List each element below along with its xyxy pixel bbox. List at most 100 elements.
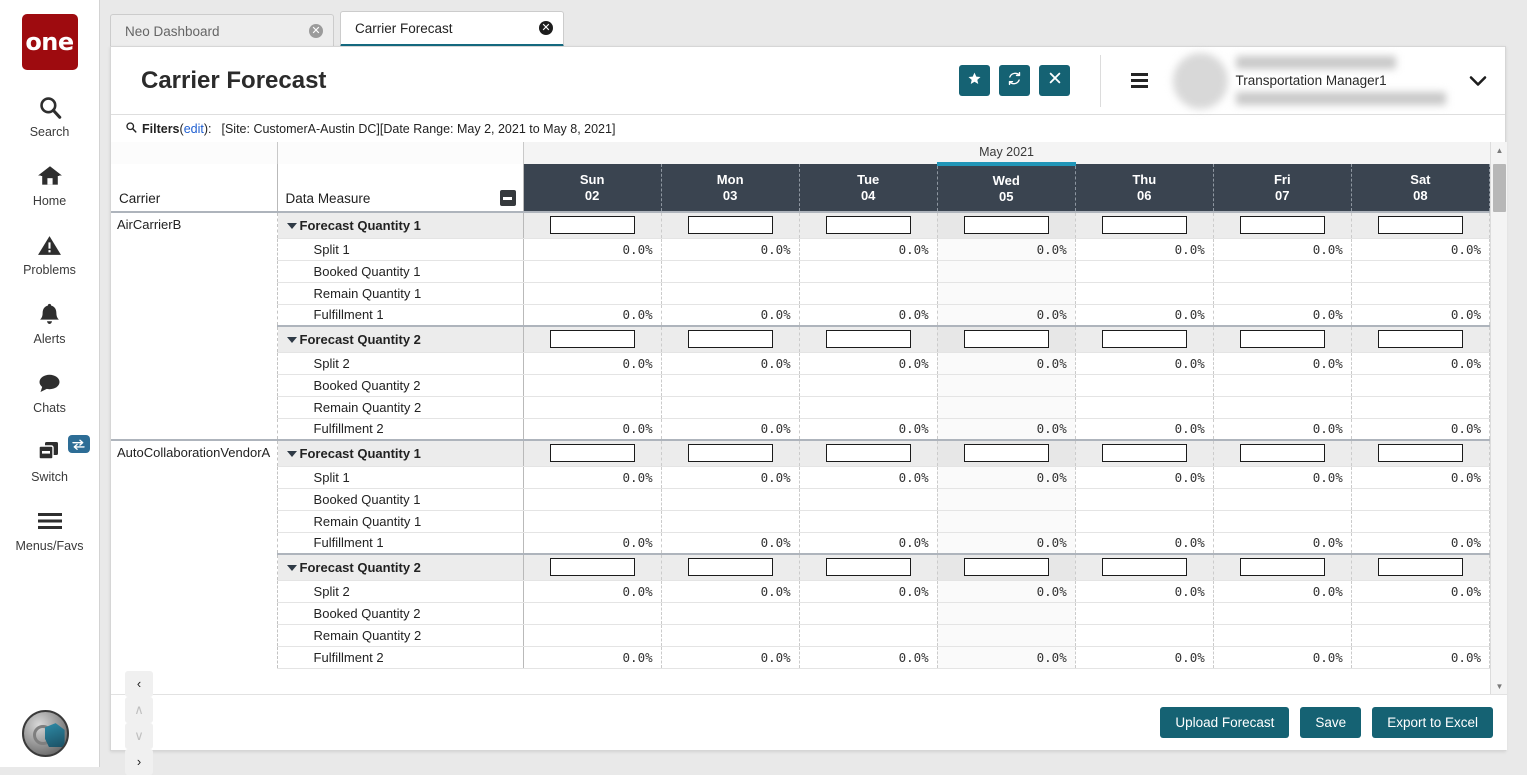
quantity-input[interactable] — [963, 558, 1049, 577]
forecast-quantity-cell[interactable] — [523, 326, 662, 353]
forecast-quantity-cell[interactable] — [1351, 440, 1490, 467]
forecast-quantity-cell[interactable] — [661, 326, 800, 353]
forecast-quantity-cell[interactable] — [1351, 326, 1490, 353]
forecast-quantity-cell[interactable] — [1213, 440, 1352, 467]
column-header-data-measure[interactable]: Data Measure — [277, 164, 524, 213]
forecast-quantity-cell[interactable] — [1075, 440, 1214, 467]
minus-box-icon[interactable] — [499, 190, 516, 206]
forecast-quantity-cell[interactable] — [937, 440, 1076, 467]
group-label-cell[interactable]: Forecast Quantity 2 — [277, 554, 524, 581]
column-header-day[interactable]: Sun 02 — [523, 164, 662, 212]
forecast-quantity-cell[interactable] — [1075, 326, 1214, 353]
forecast-quantity-cell[interactable] — [1213, 212, 1352, 239]
favorite-button[interactable] — [959, 65, 990, 96]
quantity-input[interactable] — [549, 330, 635, 349]
quantity-input[interactable] — [687, 330, 773, 349]
group-label-cell[interactable]: Forecast Quantity 1 — [277, 212, 524, 239]
quantity-input[interactable] — [1239, 216, 1325, 235]
page-menu-button[interactable] — [1123, 65, 1155, 97]
forecast-quantity-cell[interactable] — [1075, 212, 1214, 239]
quantity-input[interactable] — [1239, 330, 1325, 349]
quantity-input[interactable] — [1377, 216, 1463, 235]
group-label-cell[interactable]: Forecast Quantity 1 — [277, 440, 524, 467]
column-header-day[interactable]: Wed 05 — [937, 162, 1076, 212]
quantity-input[interactable] — [1101, 444, 1187, 463]
forecast-quantity-cell[interactable] — [661, 212, 800, 239]
quantity-input[interactable] — [825, 444, 911, 463]
forecast-quantity-cell[interactable] — [1213, 326, 1352, 353]
rail-item-alerts[interactable]: Alerts — [0, 299, 100, 346]
quantity-input[interactable] — [1239, 558, 1325, 577]
rail-item-chats[interactable]: Chats — [0, 368, 100, 415]
quantity-input[interactable] — [1377, 558, 1463, 577]
quantity-input[interactable] — [549, 216, 635, 235]
caret-down-icon[interactable] — [286, 565, 297, 571]
quantity-input[interactable] — [549, 558, 635, 577]
caret-down-icon[interactable] — [286, 337, 297, 343]
rail-item-switch[interactable]: Switch — [0, 435, 100, 484]
forecast-quantity-cell[interactable] — [937, 326, 1076, 353]
forecast-quantity-cell[interactable] — [1351, 212, 1490, 239]
forecast-quantity-cell[interactable] — [1075, 554, 1214, 581]
column-header-day[interactable]: Mon 03 — [661, 164, 800, 212]
caret-down-icon[interactable] — [286, 451, 297, 457]
quantity-input[interactable] — [963, 330, 1049, 349]
close-circle-icon[interactable]: ✕ — [309, 24, 323, 38]
quantity-input[interactable] — [825, 330, 911, 349]
user-avatar-logo[interactable] — [22, 710, 69, 757]
quantity-input[interactable] — [687, 444, 773, 463]
upload-forecast-button[interactable]: Upload Forecast — [1160, 707, 1290, 738]
forecast-quantity-cell[interactable] — [523, 212, 662, 239]
forecast-quantity-cell[interactable] — [1351, 554, 1490, 581]
column-header-day[interactable]: Fri 07 — [1213, 164, 1352, 212]
page-next-button[interactable]: › — [125, 748, 153, 775]
forecast-quantity-cell[interactable] — [1213, 554, 1352, 581]
column-header-day[interactable]: Thu 06 — [1075, 164, 1214, 212]
quantity-input[interactable] — [1377, 330, 1463, 349]
page-prev-button[interactable]: ‹ — [125, 670, 153, 697]
grid-vertical-scrollbar[interactable]: ▲ ▼ — [1490, 142, 1507, 695]
close-circle-icon[interactable]: ✕ — [539, 21, 553, 35]
quantity-input[interactable] — [963, 444, 1049, 463]
filters-edit-link[interactable]: edit — [184, 122, 204, 136]
group-label-cell[interactable]: Forecast Quantity 2 — [277, 326, 524, 353]
save-button[interactable]: Save — [1300, 707, 1362, 738]
column-header-day[interactable]: Tue 04 — [799, 164, 938, 212]
forecast-quantity-cell[interactable] — [661, 440, 800, 467]
caret-down-icon[interactable] — [286, 223, 297, 229]
close-button[interactable] — [1039, 65, 1070, 96]
scroll-up-arrow-icon[interactable]: ▲ — [1491, 142, 1507, 159]
quantity-input[interactable] — [687, 558, 773, 577]
swap-arrows-icon[interactable] — [67, 435, 90, 453]
forecast-quantity-cell[interactable] — [799, 440, 938, 467]
quantity-input[interactable] — [825, 558, 911, 577]
chevron-down-icon[interactable] — [1464, 66, 1493, 96]
quantity-input[interactable] — [1101, 216, 1187, 235]
column-header-carrier[interactable]: Carrier — [111, 164, 278, 213]
forecast-quantity-cell[interactable] — [799, 212, 938, 239]
scrollbar-thumb[interactable] — [1493, 164, 1506, 212]
quantity-input[interactable] — [549, 444, 635, 463]
forecast-quantity-cell[interactable] — [661, 554, 800, 581]
quantity-input[interactable] — [1377, 444, 1463, 463]
forecast-quantity-cell[interactable] — [937, 212, 1076, 239]
rail-item-menus-favs[interactable]: Menus/Favs — [0, 506, 100, 553]
rail-item-search[interactable]: Search — [0, 92, 100, 139]
forecast-quantity-cell[interactable] — [523, 554, 662, 581]
rail-item-home[interactable]: Home — [0, 161, 100, 208]
brand-logo[interactable]: one — [21, 14, 78, 70]
quantity-input[interactable] — [1101, 330, 1187, 349]
column-header-day[interactable]: Sat 08 — [1351, 164, 1490, 212]
forecast-quantity-cell[interactable] — [937, 554, 1076, 581]
refresh-button[interactable] — [999, 65, 1030, 96]
tab-carrier-forecast[interactable]: Carrier Forecast ✕ — [340, 11, 564, 47]
quantity-input[interactable] — [1101, 558, 1187, 577]
scroll-down-arrow-icon[interactable]: ▼ — [1491, 678, 1507, 695]
user-menu[interactable]: Transportation Manager1 — [1173, 52, 1493, 109]
quantity-input[interactable] — [687, 216, 773, 235]
rail-item-problems[interactable]: Problems — [0, 230, 100, 277]
quantity-input[interactable] — [825, 216, 911, 235]
forecast-quantity-cell[interactable] — [799, 554, 938, 581]
forecast-quantity-cell[interactable] — [799, 326, 938, 353]
tab-neo-dashboard[interactable]: Neo Dashboard ✕ — [110, 14, 334, 47]
